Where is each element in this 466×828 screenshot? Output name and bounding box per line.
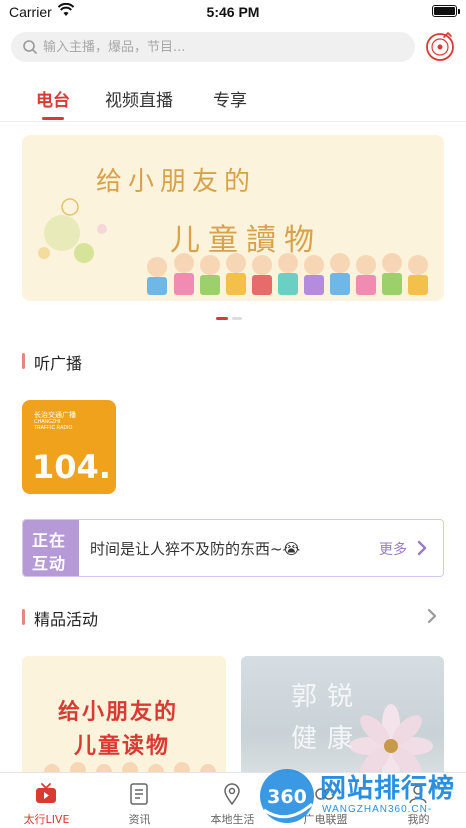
banner-carousel[interactable]: 给小朋友的 儿童讀物 [22, 135, 444, 301]
chevron-right-icon [417, 540, 427, 556]
tab-radio[interactable]: 电台 [36, 86, 70, 111]
tab-active-indicator [42, 117, 64, 120]
tv-icon [36, 783, 56, 803]
section-featured-activities: 精品活动 [22, 606, 222, 629]
top-tabs: 电台 视频直播 专享 [0, 78, 466, 122]
station-frequency-logo: 104.1 [32, 448, 110, 484]
carousel-dot-active [216, 317, 228, 320]
watermark-badge-text: 360 [267, 786, 307, 808]
watermark-360-logo: 360 [260, 769, 314, 823]
watermark-subtext: WANGZHAN360.CN- [322, 804, 433, 815]
live-interaction-bar[interactable]: 正在 互动 时间是让人猝不及防的东西~😭 更多 [22, 519, 444, 577]
location-icon [224, 783, 240, 806]
station-subtitle: CHANGZHI TRAFFIC RADIO [34, 419, 72, 431]
banner-title-line2: 儿童讀物 [170, 223, 322, 258]
live-interaction-badge: 正在 互动 [23, 520, 79, 576]
record-disc-icon[interactable] [424, 31, 456, 63]
search-bar[interactable] [11, 32, 415, 62]
search-icon [23, 40, 37, 54]
banner-title-line1: 给小朋友的 [96, 167, 257, 197]
chevron-right-icon[interactable] [426, 608, 438, 624]
radio-station-card[interactable]: 长治交通广播 CHANGZHI TRAFFIC RADIO 104.1 [22, 400, 116, 494]
badge-line1: 正在 [32, 531, 67, 550]
section-title: 听广播 [34, 354, 83, 373]
search-input[interactable] [43, 32, 403, 62]
more-link[interactable]: 更多 [379, 539, 407, 559]
watermark-text: 网站排行榜 [320, 774, 456, 804]
section-marker [22, 609, 25, 625]
card-title-line1: 郭锐 [291, 682, 364, 712]
carousel-dot [232, 317, 242, 320]
section-listen-radio: 听广播 [22, 350, 222, 373]
watermark-overlay: 360 网站排行榜 WANGZHAN360.CN- [256, 766, 462, 828]
badge-line2: 互动 [32, 554, 67, 573]
station-subtitle-line2: TRAFFIC RADIO [34, 425, 73, 431]
tab-exclusive[interactable]: 专享 [213, 86, 247, 111]
nav-label: 太行LIVE [23, 813, 70, 826]
card-title-line1: 给小朋友的 [58, 700, 179, 725]
nav-item-taihang-live[interactable]: 太行LIVE [0, 773, 93, 828]
battery-icon [432, 5, 460, 17]
activity-card[interactable]: 给小朋友的 儿童读物 [22, 656, 226, 786]
tab-video-live[interactable]: 视频直播 [105, 86, 173, 111]
nav-item-news[interactable]: 资讯 [93, 773, 186, 828]
section-marker [22, 353, 25, 369]
status-time: 5:46 PM [206, 4, 260, 20]
carousel-indicator [216, 317, 256, 321]
frequency-text: 104.1 [32, 448, 110, 484]
card-title-line2: 健康 [291, 724, 364, 754]
nav-label: 资讯 [128, 813, 151, 826]
interaction-message: 时间是让人猝不及防的东西~😭 [90, 540, 301, 558]
news-icon [130, 783, 148, 805]
section-title: 精品活动 [34, 610, 99, 629]
status-bar: Carrier 5:46 PM [0, 0, 466, 26]
